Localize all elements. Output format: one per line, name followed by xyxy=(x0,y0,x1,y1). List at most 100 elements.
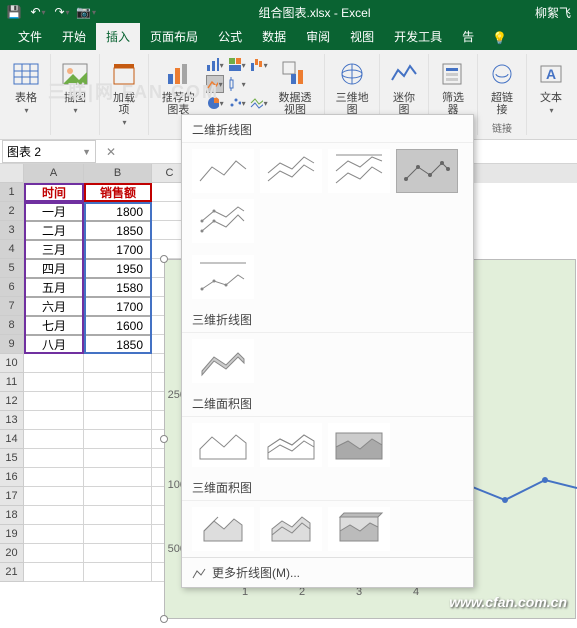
camera-icon[interactable]: 📷▾ xyxy=(78,4,94,20)
row-header-19[interactable]: 19 xyxy=(0,525,24,544)
chart-type-3d-stacked-area[interactable] xyxy=(260,507,322,551)
cell-B8[interactable]: 1600 xyxy=(84,316,152,335)
row-header-3[interactable]: 3 xyxy=(0,221,24,240)
col-header-A[interactable]: A xyxy=(24,164,84,183)
row-header-17[interactable]: 17 xyxy=(0,487,24,506)
chart-type-100-stacked-area[interactable] xyxy=(328,423,390,467)
cell-B18[interactable] xyxy=(84,506,152,525)
cell-B1[interactable]: 销售额 xyxy=(84,183,152,202)
hierarchy-chart-icon[interactable]: ▾ xyxy=(228,56,246,74)
scatter-chart-icon[interactable]: ▾ xyxy=(228,94,246,112)
chart-type-stacked-line-markers[interactable] xyxy=(192,199,254,243)
chart-type-stacked-line[interactable] xyxy=(260,149,322,193)
row-header-2[interactable]: 2 xyxy=(0,202,24,221)
cell-B5[interactable]: 1950 xyxy=(84,259,152,278)
cell-B14[interactable] xyxy=(84,430,152,449)
cell-A9[interactable]: 八月 xyxy=(24,335,84,354)
cell-A14[interactable] xyxy=(24,430,84,449)
cell-A4[interactable]: 三月 xyxy=(24,240,84,259)
cell-A2[interactable]: 一月 xyxy=(24,202,84,221)
cell-B11[interactable] xyxy=(84,373,152,392)
recommended-charts-button[interactable]: 推荐的图表 xyxy=(155,56,202,118)
cell-A20[interactable] xyxy=(24,544,84,563)
cell-A10[interactable] xyxy=(24,354,84,373)
cell-A8[interactable]: 七月 xyxy=(24,316,84,335)
undo-icon[interactable]: ↶▾ xyxy=(30,4,46,20)
chart-handle[interactable] xyxy=(160,255,168,263)
tab-视图[interactable]: 视图 xyxy=(340,23,384,50)
tables-button[interactable]: 表格▾ xyxy=(8,56,44,117)
cell-A13[interactable] xyxy=(24,411,84,430)
row-header-9[interactable]: 9 xyxy=(0,335,24,354)
tab-页面布局[interactable]: 页面布局 xyxy=(140,23,208,50)
more-line-charts[interactable]: 更多折线图(M)... xyxy=(182,557,473,587)
row-header-20[interactable]: 20 xyxy=(0,544,24,563)
chart-type-area[interactable] xyxy=(192,423,254,467)
illustrations-button[interactable]: 插图▾ xyxy=(57,56,93,117)
cell-A12[interactable] xyxy=(24,392,84,411)
line-chart-icon[interactable]: ▾ xyxy=(206,75,224,93)
cell-B4[interactable]: 1700 xyxy=(84,240,152,259)
row-header-1[interactable]: 1 xyxy=(0,183,24,202)
row-header-11[interactable]: 11 xyxy=(0,373,24,392)
cell-B3[interactable]: 1850 xyxy=(84,221,152,240)
cell-A17[interactable] xyxy=(24,487,84,506)
row-header-5[interactable]: 5 xyxy=(0,259,24,278)
row-header-15[interactable]: 15 xyxy=(0,449,24,468)
cell-A6[interactable]: 五月 xyxy=(24,278,84,297)
name-box[interactable]: 图表 2▼ xyxy=(2,140,96,163)
chart-type-3d-100-stacked-area[interactable] xyxy=(328,507,390,551)
hyperlink-button[interactable]: 超链接 xyxy=(484,56,520,118)
row-header-12[interactable]: 12 xyxy=(0,392,24,411)
cell-B13[interactable] xyxy=(84,411,152,430)
chart-type-3d-area[interactable] xyxy=(192,507,254,551)
cell-A5[interactable]: 四月 xyxy=(24,259,84,278)
chart-type-3d-line[interactable] xyxy=(192,339,254,383)
text-button[interactable]: A 文本▾ xyxy=(533,56,569,117)
cell-B9[interactable]: 1850 xyxy=(84,335,152,354)
row-header-16[interactable]: 16 xyxy=(0,468,24,487)
cell-A19[interactable] xyxy=(24,525,84,544)
chart-type-100-stacked-line[interactable] xyxy=(328,149,390,193)
waterfall-chart-icon[interactable]: ▾ xyxy=(250,56,268,74)
addins-button[interactable]: 加载项▾ xyxy=(106,56,142,129)
cell-B7[interactable]: 1700 xyxy=(84,297,152,316)
cell-B10[interactable] xyxy=(84,354,152,373)
row-header-13[interactable]: 13 xyxy=(0,411,24,430)
select-all-corner[interactable] xyxy=(0,164,24,183)
tab-公式[interactable]: 公式 xyxy=(208,23,252,50)
tab-开始[interactable]: 开始 xyxy=(52,23,96,50)
user-name[interactable]: 柳絮飞 xyxy=(535,4,571,21)
cancel-icon[interactable]: ✕ xyxy=(98,145,124,159)
tab-告[interactable]: 告 xyxy=(452,23,484,50)
save-icon[interactable]: 💾 xyxy=(6,4,22,20)
cell-A7[interactable]: 六月 xyxy=(24,297,84,316)
chart-type-line[interactable] xyxy=(192,149,254,193)
tell-me-icon[interactable]: 💡 xyxy=(484,26,512,50)
cell-A16[interactable] xyxy=(24,468,84,487)
cell-A3[interactable]: 二月 xyxy=(24,221,84,240)
chart-handle[interactable] xyxy=(160,615,168,623)
statistic-chart-icon[interactable]: ▾ xyxy=(228,75,246,93)
cell-A15[interactable] xyxy=(24,449,84,468)
cell-B19[interactable] xyxy=(84,525,152,544)
tab-开发工具[interactable]: 开发工具 xyxy=(384,23,452,50)
redo-icon[interactable]: ↷▾ xyxy=(54,4,70,20)
row-header-8[interactable]: 8 xyxy=(0,316,24,335)
tab-数据[interactable]: 数据 xyxy=(252,23,296,50)
surface-chart-icon[interactable]: ▾ xyxy=(250,94,268,112)
cell-B20[interactable] xyxy=(84,544,152,563)
cell-B16[interactable] xyxy=(84,468,152,487)
row-header-10[interactable]: 10 xyxy=(0,354,24,373)
bar-chart-icon[interactable]: ▾ xyxy=(206,56,224,74)
tab-插入[interactable]: 插入 xyxy=(96,23,140,50)
cell-B17[interactable] xyxy=(84,487,152,506)
pie-chart-icon[interactable]: ▾ xyxy=(206,94,224,112)
row-header-21[interactable]: 21 xyxy=(0,563,24,582)
cell-B12[interactable] xyxy=(84,392,152,411)
cell-B2[interactable]: 1800 xyxy=(84,202,152,221)
col-header-B[interactable]: B xyxy=(84,164,152,183)
cell-B21[interactable] xyxy=(84,563,152,582)
cell-B6[interactable]: 1580 xyxy=(84,278,152,297)
row-header-14[interactable]: 14 xyxy=(0,430,24,449)
